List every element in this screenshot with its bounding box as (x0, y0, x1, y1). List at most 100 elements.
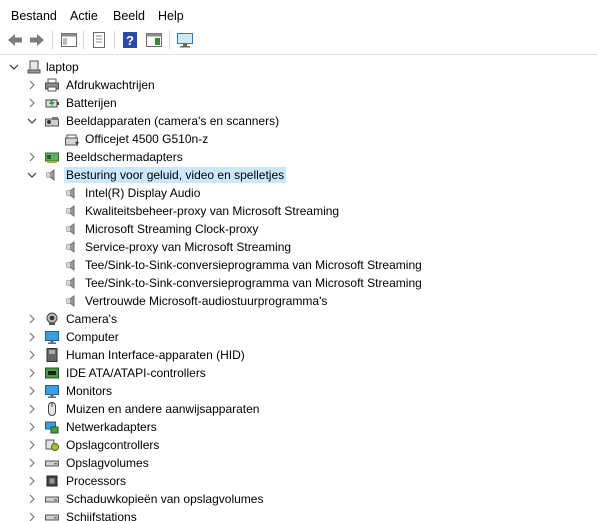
tree-item-label: Intel(R) Display Audio (85, 186, 201, 200)
tree-item-tee-sink-to-sink-conversieprogramma-van-microsoft-streaming[interactable]: Tee/Sink-to-Sink-conversieprogramma van … (0, 256, 597, 274)
chevron-right-icon[interactable] (24, 472, 40, 490)
tree-item-label: Opslagcontrollers (66, 438, 160, 452)
tree-item-label: Service-proxy van Microsoft Streaming (85, 240, 292, 254)
monitor-icon (44, 383, 60, 399)
toolbar-separator (114, 31, 115, 49)
tree-item-computer[interactable]: Computer (0, 328, 597, 346)
monitor-icon (44, 329, 60, 345)
computer-icon (26, 59, 42, 75)
drive-icon (44, 455, 60, 471)
chevron-right-icon[interactable] (24, 328, 40, 346)
battery-icon (44, 95, 60, 111)
tree-item-vertrouwde-microsoft-audiostuurprogramma-s[interactable]: Vertrouwde Microsoft-audiostuurprogramma… (0, 292, 597, 310)
hid-icon (44, 347, 60, 363)
network-adapter-icon (44, 419, 60, 435)
speaker-icon (64, 185, 80, 201)
tree-item-kwaliteitsbeheer-proxy-van-microsoft-streaming[interactable]: Kwaliteitsbeheer-proxy van Microsoft Str… (0, 202, 597, 220)
chevron-right-icon[interactable] (24, 76, 40, 94)
chevron-right-icon[interactable] (24, 454, 40, 472)
printer-icon (44, 77, 60, 93)
mouse-icon (44, 401, 60, 417)
back-icon[interactable] (5, 30, 25, 50)
chevron-down-icon[interactable] (24, 166, 40, 184)
tree-item-laptop[interactable]: laptop (0, 58, 597, 76)
tree-item-label: Afdrukwachtrijen (66, 78, 155, 92)
forward-icon[interactable] (27, 30, 47, 50)
tree-item-label: Beeldschermadapters (66, 150, 183, 164)
ide-controller-icon (44, 365, 60, 381)
tree-item-label: Tee/Sink-to-Sink-conversieprogramma van … (85, 276, 422, 290)
tree-item-label: Opslagvolumes (66, 456, 149, 470)
processor-icon (44, 473, 60, 489)
tree-item-muizen-en-andere-aanwijsapparaten[interactable]: Muizen en andere aanwijsapparaten (0, 400, 597, 418)
speaker-icon (64, 275, 80, 291)
speaker-icon (64, 239, 80, 255)
chevron-right-icon[interactable] (24, 490, 40, 508)
menu-bar: Bestand Actie Beeld Help (0, 0, 597, 26)
tree-item-opslagvolumes[interactable]: Opslagvolumes (0, 454, 597, 472)
tree-item-label: Microsoft Streaming Clock-proxy (85, 222, 259, 236)
tree-item-label: Computer (66, 330, 119, 344)
show-hide-console-tree-icon[interactable] (59, 30, 79, 50)
toolbar-separator (83, 31, 84, 49)
tree-item-label: Beeldapparaten (camera's en scanners) (66, 114, 280, 128)
tree-item-human-interface-apparaten-hid[interactable]: Human Interface-apparaten (HID) (0, 346, 597, 364)
menu-help[interactable]: Help (157, 8, 185, 24)
chevron-right-icon[interactable] (24, 508, 40, 521)
tree-item-ide-ata-atapi-controllers[interactable]: IDE ATA/ATAPI-controllers (0, 364, 597, 382)
chevron-right-icon[interactable] (24, 94, 40, 112)
chevron-down-icon[interactable] (6, 58, 22, 76)
help-icon[interactable]: ? (120, 30, 140, 50)
tree-item-batterijen[interactable]: Batterijen (0, 94, 597, 112)
menu-actie[interactable]: Actie (69, 8, 99, 24)
tree-item-label: IDE ATA/ATAPI-controllers (66, 366, 206, 380)
tree-item-label: laptop (46, 60, 79, 74)
tree-item-label: Muizen en andere aanwijsapparaten (66, 402, 260, 416)
tree-item-beeldschermadapters[interactable]: Beeldschermadapters (0, 148, 597, 166)
tree-item-tee-sink-to-sink-conversieprogramma-van-microsoft-streaming[interactable]: Tee/Sink-to-Sink-conversieprogramma van … (0, 274, 597, 292)
speaker-icon (64, 293, 80, 309)
tree-item-label: Schaduwkopieën van opslagvolumes (66, 492, 264, 506)
menu-bestand[interactable]: Bestand (10, 8, 58, 24)
chevron-down-icon[interactable] (24, 112, 40, 130)
chevron-right-icon[interactable] (24, 364, 40, 382)
tree-item-label: Netwerkadapters (66, 420, 157, 434)
tree-item-opslagcontrollers[interactable]: Opslagcontrollers (0, 436, 597, 454)
chevron-right-icon[interactable] (24, 382, 40, 400)
chevron-right-icon[interactable] (24, 436, 40, 454)
tree-item-label: Schijfstations (66, 510, 137, 521)
tree-item-processors[interactable]: Processors (0, 472, 597, 490)
properties-icon[interactable] (89, 30, 109, 50)
chevron-right-icon[interactable] (24, 346, 40, 364)
tree-item-monitors[interactable]: Monitors (0, 382, 597, 400)
svg-text:?: ? (126, 33, 134, 48)
chevron-right-icon[interactable] (24, 400, 40, 418)
tree-item-service-proxy-van-microsoft-streaming[interactable]: Service-proxy van Microsoft Streaming (0, 238, 597, 256)
drive-icon (44, 509, 60, 521)
speaker-icon (44, 167, 60, 183)
tree-item-label: Kwaliteitsbeheer-proxy van Microsoft Str… (85, 204, 340, 218)
tree-item-netwerkadapters[interactable]: Netwerkadapters (0, 418, 597, 436)
tree-item-officejet-4500-g510n-z[interactable]: Officejet 4500 G510n-z (0, 130, 597, 148)
monitor-icon[interactable] (175, 30, 195, 50)
tree-item-afdrukwachtrijen[interactable]: Afdrukwachtrijen (0, 76, 597, 94)
speaker-icon (64, 221, 80, 237)
chevron-right-icon[interactable] (24, 148, 40, 166)
chevron-right-icon[interactable] (24, 310, 40, 328)
action-pane-icon[interactable] (144, 30, 164, 50)
tree-item-intel-r-display-audio[interactable]: Intel(R) Display Audio (0, 184, 597, 202)
tree-item-beeldapparaten-camera-s-en-scanners[interactable]: Beeldapparaten (camera's en scanners) (0, 112, 597, 130)
storage-controller-icon (44, 437, 60, 453)
tree-item-label: Tee/Sink-to-Sink-conversieprogramma van … (85, 258, 422, 272)
chevron-right-icon[interactable] (24, 418, 40, 436)
menu-beeld[interactable]: Beeld (112, 8, 146, 24)
tree-item-besturing-voor-geluid-video-en-spelletjes[interactable]: Besturing voor geluid, video en spelletj… (0, 166, 597, 184)
display-adapter-icon (44, 149, 60, 165)
tree-item-camera-s[interactable]: Camera's (0, 310, 597, 328)
tree-item-microsoft-streaming-clock-proxy[interactable]: Microsoft Streaming Clock-proxy (0, 220, 597, 238)
tree-item-schaduwkopie-n-van-opslagvolumes[interactable]: Schaduwkopieën van opslagvolumes (0, 490, 597, 508)
tree-item-label: Officejet 4500 G510n-z (85, 132, 209, 146)
tree-item-label: Batterijen (66, 96, 117, 110)
scanner-icon (44, 113, 60, 129)
tree-item-schijfstations[interactable]: Schijfstations (0, 508, 597, 521)
